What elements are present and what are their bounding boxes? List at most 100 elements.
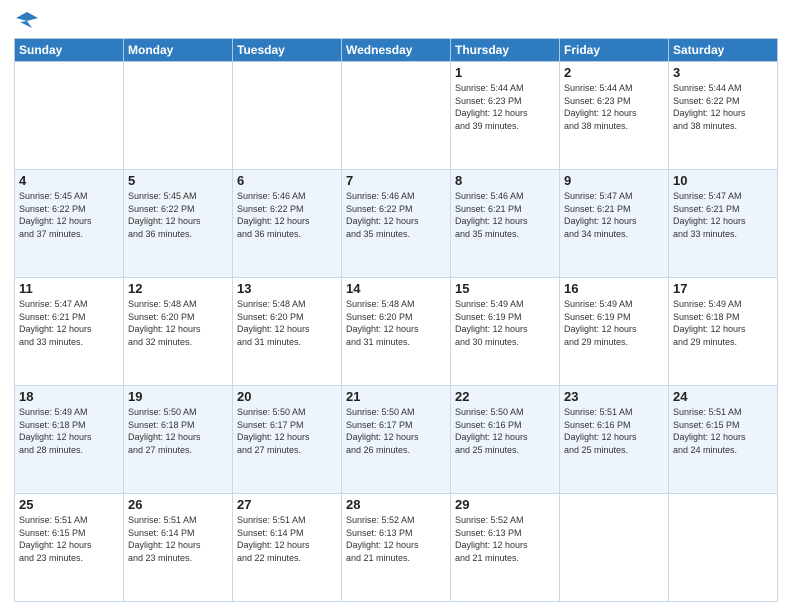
calendar-week-4: 18 Sunrise: 5:49 AM Sunset: 6:18 PM Dayli… (15, 386, 778, 494)
day-info: Sunrise: 5:44 AM Sunset: 6:23 PM Dayligh… (455, 82, 555, 132)
day-info: Sunrise: 5:46 AM Sunset: 6:21 PM Dayligh… (455, 190, 555, 240)
calendar-week-2: 4 Sunrise: 5:45 AM Sunset: 6:22 PM Daylig… (15, 170, 778, 278)
calendar-cell: 20 Sunrise: 5:50 AM Sunset: 6:17 PM Dayli… (233, 386, 342, 494)
calendar-cell: 8 Sunrise: 5:46 AM Sunset: 6:21 PM Daylig… (451, 170, 560, 278)
day-number: 5 (128, 173, 228, 188)
day-number: 3 (673, 65, 773, 80)
day-info: Sunrise: 5:51 AM Sunset: 6:14 PM Dayligh… (128, 514, 228, 564)
day-info: Sunrise: 5:44 AM Sunset: 6:23 PM Dayligh… (564, 82, 664, 132)
day-info: Sunrise: 5:48 AM Sunset: 6:20 PM Dayligh… (346, 298, 446, 348)
calendar-cell: 22 Sunrise: 5:50 AM Sunset: 6:16 PM Dayli… (451, 386, 560, 494)
calendar-header: SundayMondayTuesdayWednesdayThursdayFrid… (15, 39, 778, 62)
day-info: Sunrise: 5:51 AM Sunset: 6:14 PM Dayligh… (237, 514, 337, 564)
day-info: Sunrise: 5:51 AM Sunset: 6:15 PM Dayligh… (673, 406, 773, 456)
calendar-cell (15, 62, 124, 170)
day-number: 6 (237, 173, 337, 188)
day-info: Sunrise: 5:49 AM Sunset: 6:19 PM Dayligh… (564, 298, 664, 348)
calendar-cell: 13 Sunrise: 5:48 AM Sunset: 6:20 PM Dayli… (233, 278, 342, 386)
day-number: 27 (237, 497, 337, 512)
day-info: Sunrise: 5:45 AM Sunset: 6:22 PM Dayligh… (19, 190, 119, 240)
calendar-body: 1 Sunrise: 5:44 AM Sunset: 6:23 PM Daylig… (15, 62, 778, 602)
day-info: Sunrise: 5:46 AM Sunset: 6:22 PM Dayligh… (346, 190, 446, 240)
calendar-cell: 10Sunrise: 5:47 AM Sunset: 6:21 PM Dayli… (669, 170, 778, 278)
weekday-sunday: Sunday (15, 39, 124, 62)
calendar-cell: 6 Sunrise: 5:46 AM Sunset: 6:22 PM Daylig… (233, 170, 342, 278)
page: SundayMondayTuesdayWednesdayThursdayFrid… (0, 0, 792, 612)
day-number: 8 (455, 173, 555, 188)
weekday-tuesday: Tuesday (233, 39, 342, 62)
day-info: Sunrise: 5:52 AM Sunset: 6:13 PM Dayligh… (346, 514, 446, 564)
day-number: 23 (564, 389, 664, 404)
calendar-cell: 28 Sunrise: 5:52 AM Sunset: 6:13 PM Dayli… (342, 494, 451, 602)
calendar-cell: 27 Sunrise: 5:51 AM Sunset: 6:14 PM Dayli… (233, 494, 342, 602)
day-info: Sunrise: 5:49 AM Sunset: 6:18 PM Dayligh… (673, 298, 773, 348)
day-info: Sunrise: 5:47 AM Sunset: 6:21 PM Dayligh… (564, 190, 664, 240)
day-number: 17 (673, 281, 773, 296)
calendar-cell: 3 Sunrise: 5:44 AM Sunset: 6:22 PM Daylig… (669, 62, 778, 170)
day-number: 4 (19, 173, 119, 188)
calendar-cell (669, 494, 778, 602)
day-info: Sunrise: 5:51 AM Sunset: 6:15 PM Dayligh… (19, 514, 119, 564)
weekday-saturday: Saturday (669, 39, 778, 62)
calendar-cell: 5 Sunrise: 5:45 AM Sunset: 6:22 PM Daylig… (124, 170, 233, 278)
calendar-week-1: 1 Sunrise: 5:44 AM Sunset: 6:23 PM Daylig… (15, 62, 778, 170)
day-number: 21 (346, 389, 446, 404)
day-info: Sunrise: 5:50 AM Sunset: 6:17 PM Dayligh… (237, 406, 337, 456)
day-number: 9 (564, 173, 664, 188)
weekday-header-row: SundayMondayTuesdayWednesdayThursdayFrid… (15, 39, 778, 62)
logo-bird-icon (16, 10, 38, 32)
calendar-cell: 4 Sunrise: 5:45 AM Sunset: 6:22 PM Daylig… (15, 170, 124, 278)
day-number: 13 (237, 281, 337, 296)
calendar-cell (342, 62, 451, 170)
calendar-week-3: 11 Sunrise: 5:47 AM Sunset: 6:21 PM Dayli… (15, 278, 778, 386)
day-info: Sunrise: 5:46 AM Sunset: 6:22 PM Dayligh… (237, 190, 337, 240)
calendar-cell: 15 Sunrise: 5:49 AM Sunset: 6:19 PM Dayli… (451, 278, 560, 386)
calendar-cell: 23Sunrise: 5:51 AM Sunset: 6:16 PM Dayli… (560, 386, 669, 494)
calendar-cell: 25 Sunrise: 5:51 AM Sunset: 6:15 PM Dayli… (15, 494, 124, 602)
header (14, 10, 778, 32)
calendar-cell: 21 Sunrise: 5:50 AM Sunset: 6:17 PM Dayli… (342, 386, 451, 494)
calendar-cell: 26 Sunrise: 5:51 AM Sunset: 6:14 PM Dayli… (124, 494, 233, 602)
weekday-thursday: Thursday (451, 39, 560, 62)
day-number: 7 (346, 173, 446, 188)
day-info: Sunrise: 5:47 AM Sunset: 6:21 PM Dayligh… (19, 298, 119, 348)
day-info: Sunrise: 5:48 AM Sunset: 6:20 PM Dayligh… (237, 298, 337, 348)
day-info: Sunrise: 5:50 AM Sunset: 6:16 PM Dayligh… (455, 406, 555, 456)
day-number: 1 (455, 65, 555, 80)
day-info: Sunrise: 5:50 AM Sunset: 6:17 PM Dayligh… (346, 406, 446, 456)
day-number: 14 (346, 281, 446, 296)
calendar-cell: 7 Sunrise: 5:46 AM Sunset: 6:22 PM Daylig… (342, 170, 451, 278)
calendar-cell: 14 Sunrise: 5:48 AM Sunset: 6:20 PM Dayli… (342, 278, 451, 386)
day-number: 2 (564, 65, 664, 80)
day-number: 15 (455, 281, 555, 296)
day-number: 11 (19, 281, 119, 296)
day-number: 20 (237, 389, 337, 404)
logo (14, 10, 38, 32)
weekday-friday: Friday (560, 39, 669, 62)
day-info: Sunrise: 5:52 AM Sunset: 6:13 PM Dayligh… (455, 514, 555, 564)
day-number: 22 (455, 389, 555, 404)
day-number: 29 (455, 497, 555, 512)
calendar-cell (560, 494, 669, 602)
calendar-cell: 11 Sunrise: 5:47 AM Sunset: 6:21 PM Dayli… (15, 278, 124, 386)
calendar-cell: 19Sunrise: 5:50 AM Sunset: 6:18 PM Dayli… (124, 386, 233, 494)
calendar-cell: 9 Sunrise: 5:47 AM Sunset: 6:21 PM Daylig… (560, 170, 669, 278)
calendar-cell: 17 Sunrise: 5:49 AM Sunset: 6:18 PM Dayli… (669, 278, 778, 386)
day-number: 25 (19, 497, 119, 512)
day-info: Sunrise: 5:49 AM Sunset: 6:19 PM Dayligh… (455, 298, 555, 348)
calendar-cell (233, 62, 342, 170)
day-number: 24 (673, 389, 773, 404)
day-info: Sunrise: 5:44 AM Sunset: 6:22 PM Dayligh… (673, 82, 773, 132)
calendar-cell: 12Sunrise: 5:48 AM Sunset: 6:20 PM Dayli… (124, 278, 233, 386)
day-number: 26 (128, 497, 228, 512)
calendar-cell: 16Sunrise: 5:49 AM Sunset: 6:19 PM Dayli… (560, 278, 669, 386)
weekday-monday: Monday (124, 39, 233, 62)
calendar-cell: 2 Sunrise: 5:44 AM Sunset: 6:23 PM Daylig… (560, 62, 669, 170)
day-info: Sunrise: 5:49 AM Sunset: 6:18 PM Dayligh… (19, 406, 119, 456)
day-info: Sunrise: 5:45 AM Sunset: 6:22 PM Dayligh… (128, 190, 228, 240)
day-number: 28 (346, 497, 446, 512)
calendar-cell: 29 Sunrise: 5:52 AM Sunset: 6:13 PM Dayli… (451, 494, 560, 602)
day-number: 18 (19, 389, 119, 404)
calendar-cell: 18 Sunrise: 5:49 AM Sunset: 6:18 PM Dayli… (15, 386, 124, 494)
day-number: 12 (128, 281, 228, 296)
